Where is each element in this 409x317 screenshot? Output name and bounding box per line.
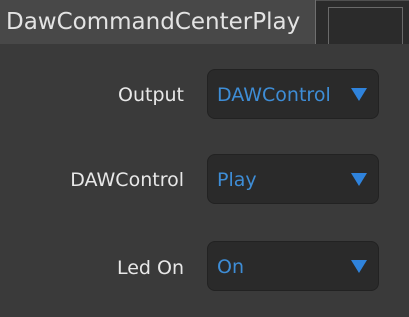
output-label: Output bbox=[118, 84, 184, 106]
output-dropdown-value: DAWControl bbox=[217, 84, 331, 106]
tab-daw-command-center-play[interactable]: DawCommandCenterPlay bbox=[0, 0, 316, 44]
tab-bar: DawCommandCenterPlay bbox=[0, 0, 409, 44]
chevron-down-icon bbox=[351, 260, 367, 273]
output-dropdown[interactable]: DAWControl bbox=[207, 69, 379, 119]
led-on-dropdown-value: On bbox=[217, 256, 244, 278]
parameters-area: Output DAWControl DAWControl Play Led On… bbox=[0, 44, 409, 317]
tab-placeholder bbox=[328, 7, 403, 44]
tab-title: DawCommandCenterPlay bbox=[6, 9, 301, 35]
led-on-dropdown[interactable]: On bbox=[207, 241, 379, 291]
dawcontrol-dropdown[interactable]: Play bbox=[207, 154, 379, 204]
dawcontrol-label: DAWControl bbox=[70, 169, 184, 191]
led-on-label: Led On bbox=[116, 257, 184, 279]
tab-bar-empty-area bbox=[316, 0, 409, 44]
settings-panel: DawCommandCenterPlay Output DAWControl D… bbox=[0, 0, 409, 317]
chevron-down-icon bbox=[351, 88, 367, 101]
dawcontrol-dropdown-value: Play bbox=[217, 169, 257, 191]
chevron-down-icon bbox=[351, 173, 367, 186]
